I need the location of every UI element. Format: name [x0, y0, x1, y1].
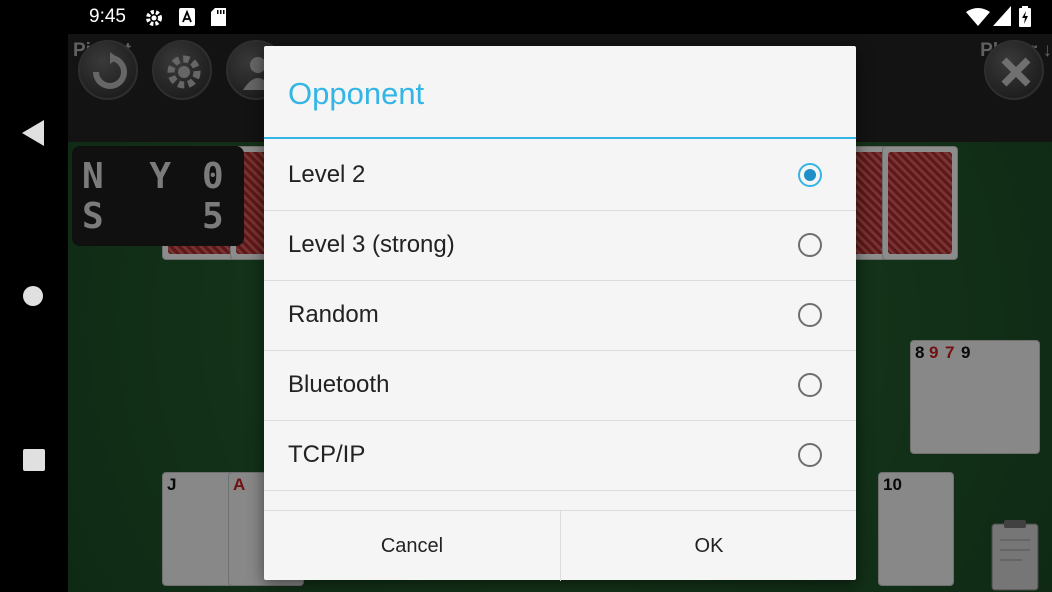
dialog-title: Opponent [288, 76, 425, 111]
recents-icon[interactable] [22, 448, 46, 477]
option-label: Bluetooth [288, 371, 390, 398]
keyboard-a-icon [179, 8, 195, 31]
status-bar: 9:45 [0, 0, 1052, 34]
home-icon[interactable] [22, 285, 44, 312]
dialog-actions: Cancel OK [264, 510, 857, 581]
option-random[interactable]: Random [264, 281, 856, 351]
cancel-button[interactable]: Cancel [264, 511, 560, 581]
opponent-dialog: Opponent Level 2 Level 3 (strong) Random… [264, 46, 857, 581]
option-label: TCP/IP [288, 441, 366, 468]
radio-button[interactable] [798, 233, 822, 257]
option-label: Level 2 [288, 161, 366, 188]
option-level-2[interactable]: Level 2 [264, 141, 856, 211]
option-bluetooth[interactable]: Bluetooth [264, 351, 856, 421]
signal-icon [993, 6, 1011, 31]
radio-button[interactable] [798, 443, 822, 467]
option-label: Random [288, 301, 379, 328]
radio-button[interactable] [798, 303, 822, 327]
navigation-bar [0, 34, 68, 592]
ok-button[interactable]: OK [561, 511, 857, 581]
back-icon[interactable] [22, 120, 44, 151]
settings-icon [144, 8, 164, 33]
option-list[interactable]: Level 2 Level 3 (strong) Random Bluetoot… [264, 141, 856, 511]
radio-button-selected[interactable] [798, 163, 822, 187]
option-tcp-ip[interactable]: TCP/IP [264, 421, 856, 491]
title-divider [264, 137, 856, 139]
sdcard-icon [211, 8, 226, 31]
status-time: 9:45 [89, 6, 126, 27]
option-label: Level 3 (strong) [288, 231, 455, 258]
wifi-icon [966, 8, 990, 31]
option-level-3-strong[interactable]: Level 3 (strong) [264, 211, 856, 281]
radio-button[interactable] [798, 373, 822, 397]
battery-icon [1019, 6, 1031, 32]
